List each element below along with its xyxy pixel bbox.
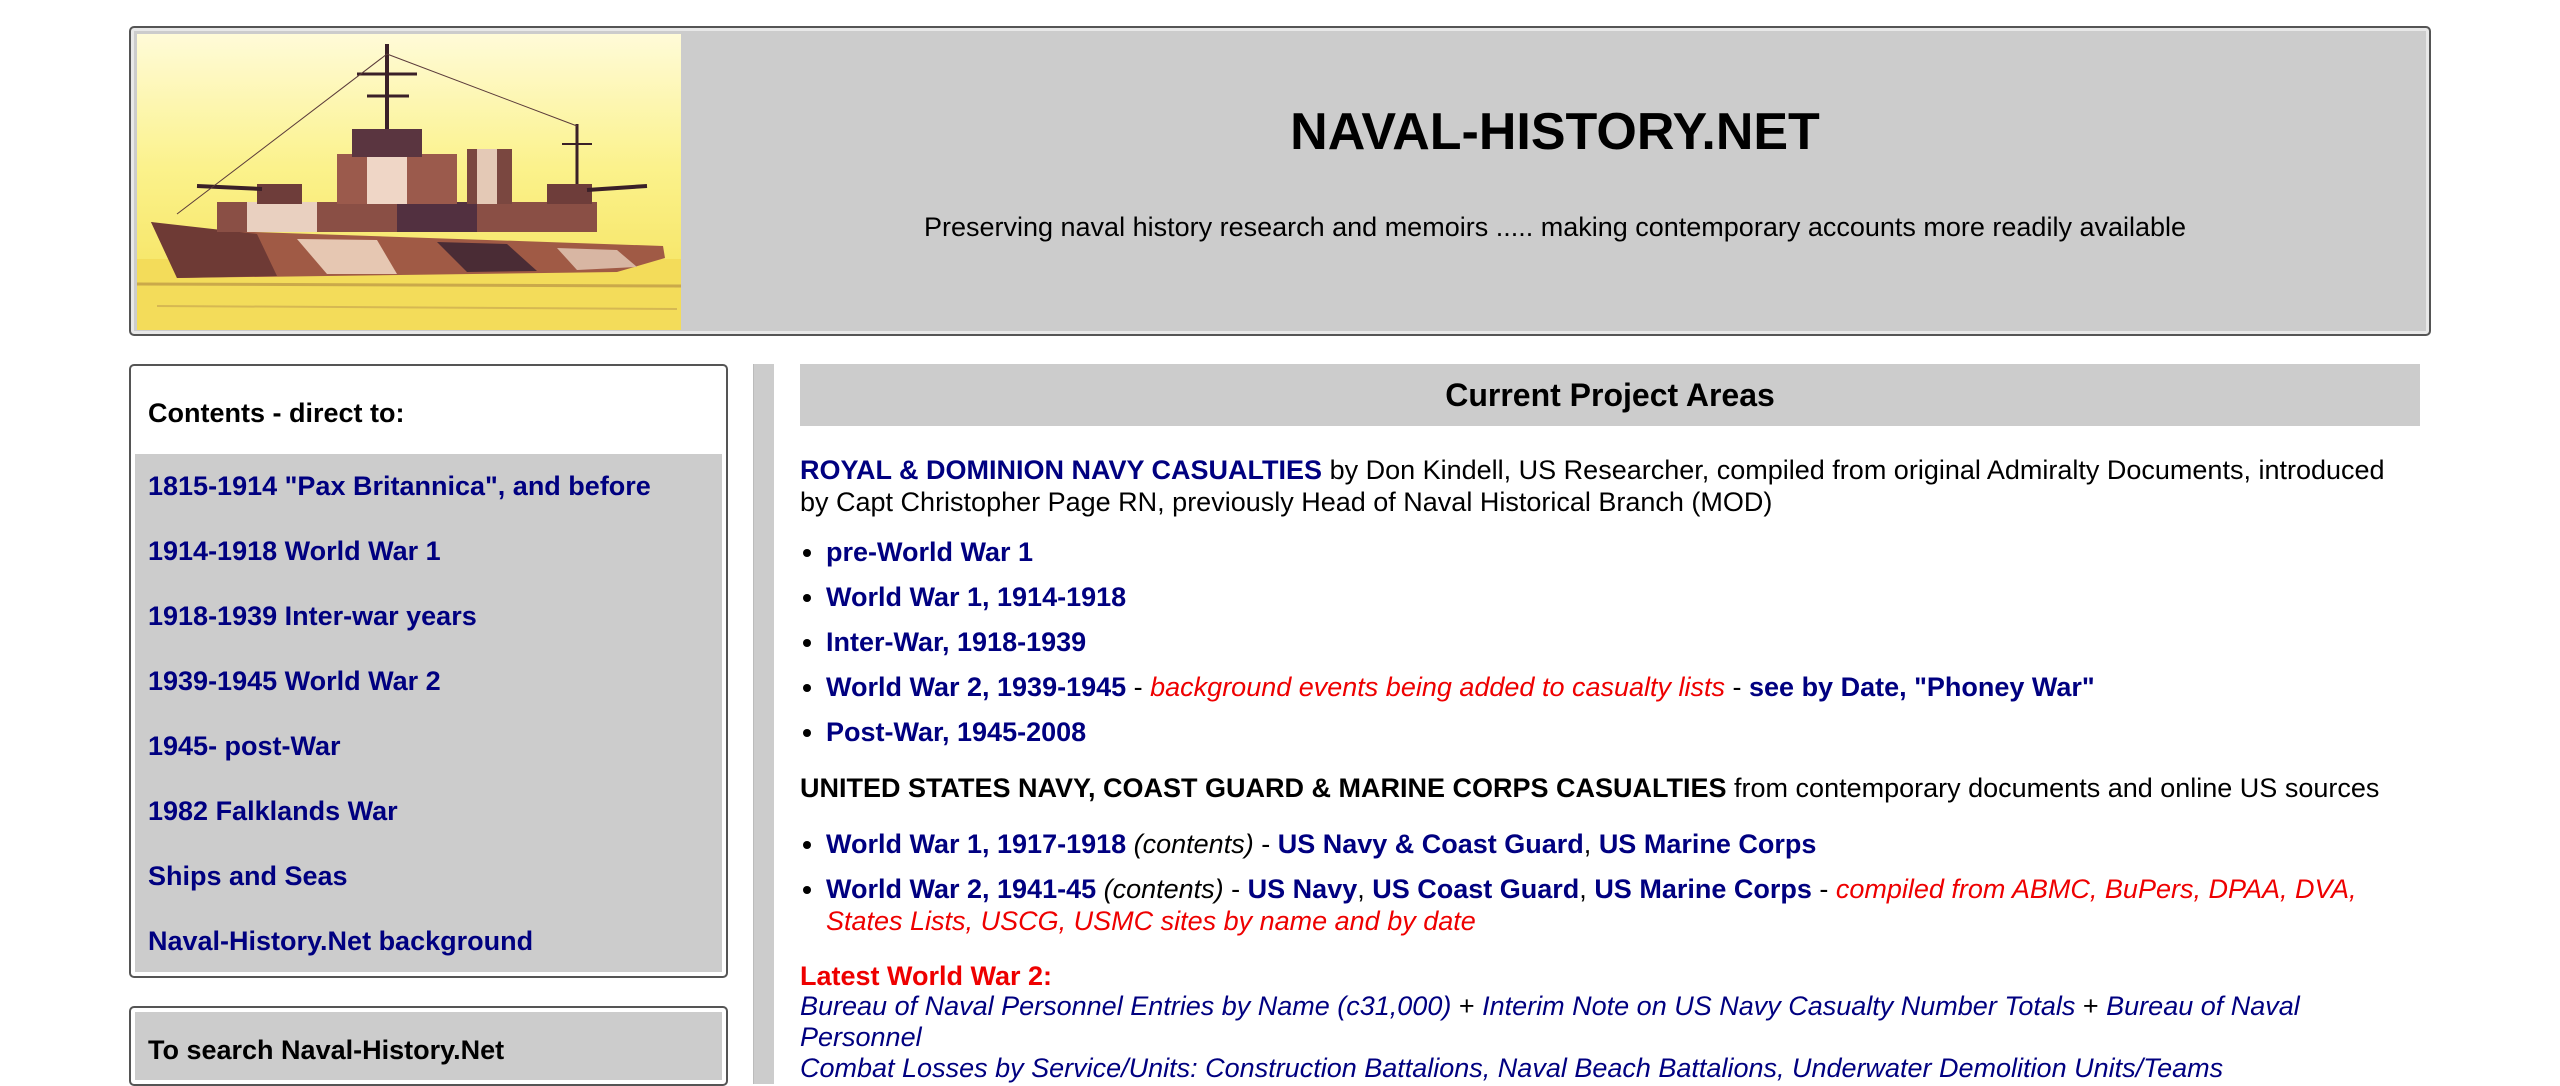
rn-post-war-link[interactable]: Post-War, 1945-2008 [826,717,1086,747]
rn-casualties-link[interactable]: ROYAL & DOMINION NAVY CASUALTIES [800,455,1322,485]
bupers-entries-link[interactable]: Bureau of Naval Personnel Entries by Nam… [800,991,1451,1021]
us-marine-corps-link[interactable]: US Marine Corps [1599,829,1817,859]
list-item: Post-War, 1945-2008 [826,716,2420,748]
main-content: Current Project Areas ROYAL & DOMINION N… [800,364,2420,1084]
us-coast-guard-link[interactable]: US Coast Guard [1372,874,1579,904]
site-header: NAVAL-HISTORY.NET Preserving naval histo… [129,26,2431,336]
sidebar-item-ships-seas[interactable]: Ships and Seas [135,844,722,909]
list-item: pre-World War 1 [826,536,2420,568]
site-title: NAVAL-HISTORY.NET [1290,103,1820,161]
separator: - [1126,672,1151,702]
list-item: Inter-War, 1918-1939 [826,626,2420,658]
rn-ww2-link[interactable]: World War 2, 1939-1945 [826,672,1126,702]
sidebar-item-ww2[interactable]: 1939-1945 World War 2 [135,649,722,714]
column-divider [753,364,774,1084]
sidebar-item-inter-war[interactable]: 1918-1939 Inter-war years [135,584,722,649]
us-ww2-marine-corps-link[interactable]: US Marine Corps [1594,874,1812,904]
us-navy-coast-guard-link[interactable]: US Navy & Coast Guard [1278,829,1584,859]
destroyer-image [137,34,681,330]
us-ww1-link[interactable]: World War 1, 1917-1918 [826,829,1126,859]
interim-note-link[interactable]: Interim Note on US Navy Casualty Number … [1482,991,2075,1021]
latest-ww2-line-2: Combat Losses by Service/Units: Construc… [800,1053,2420,1084]
separator: , [1579,874,1595,904]
sidebar-item-post-war[interactable]: 1945- post-War [135,714,722,779]
ship-illustration [137,44,681,330]
us-navy-link[interactable]: US Navy [1248,874,1358,904]
sidebar-item-background[interactable]: Naval-History.Net background [135,909,722,974]
section-title: Current Project Areas [800,364,2420,426]
contents-note: (contents) [1126,829,1254,859]
us-casualties-description: from contemporary documents and online U… [1726,773,2380,803]
latest-ww2-line-1: Bureau of Naval Personnel Entries by Nam… [800,991,2420,1053]
separator: , [1583,829,1599,859]
separator: - [1253,829,1278,859]
contents-list: 1815-1914 "Pax Britannica", and before 1… [135,454,722,972]
plus-separator: + [1451,991,1483,1021]
list-item: World War 2, 1941-45 (contents) - US Nav… [826,873,2420,937]
separator: - [1811,874,1836,904]
separator: , [1357,874,1373,904]
rn-casualties-paragraph: ROYAL & DOMINION NAVY CASUALTIES by Don … [800,454,2420,518]
search-panel: To search Naval-History.Net [135,1012,722,1080]
us-casualties-list: World War 1, 1917-1918 (contents) - US N… [800,828,2420,937]
phoney-war-link[interactable]: see by Date, "Phoney War" [1749,672,2095,702]
sidebar-item-ww1[interactable]: 1914-1918 World War 1 [135,519,722,584]
rn-interwar-link[interactable]: Inter-War, 1918-1939 [826,627,1086,657]
separator: - [1725,672,1750,702]
us-ww2-link[interactable]: World War 2, 1941-45 [826,874,1096,904]
site-tagline: Preserving naval history research and me… [923,212,2187,242]
sidebar-item-pax-britannica[interactable]: 1815-1914 "Pax Britannica", and before [135,454,722,519]
separator: - [1223,874,1248,904]
list-item: World War 2, 1939-1945 - background even… [826,671,2420,703]
list-item: World War 1, 1917-1918 (contents) - US N… [826,828,2420,860]
search-heading: To search Naval-History.Net [148,1035,505,1065]
contents-sidebar: Contents - direct to: 1815-1914 "Pax Bri… [129,364,728,978]
ww2-background-note: background events being added to casualt… [1150,672,1726,702]
list-item: World War 1, 1914-1918 [826,581,2420,613]
sidebar-item-falklands[interactable]: 1982 Falklands War [135,779,722,844]
search-sidebar: To search Naval-History.Net [129,1006,728,1086]
rn-pre-ww1-link[interactable]: pre-World War 1 [826,537,1033,567]
us-casualties-paragraph: UNITED STATES NAVY, COAST GUARD & MARINE… [800,772,2420,804]
plus-separator: + [2075,991,2107,1021]
combat-losses-link[interactable]: Combat Losses by Service/Units: Construc… [800,1053,2223,1083]
rn-ww1-link[interactable]: World War 1, 1914-1918 [826,582,1126,612]
rn-casualties-list: pre-World War 1 World War 1, 1914-1918 I… [800,536,2420,748]
us-casualties-title: UNITED STATES NAVY, COAST GUARD & MARINE… [800,773,1727,803]
contents-heading: Contents - direct to: [148,398,405,428]
header-text: NAVAL-HISTORY.NET Preserving naval histo… [681,28,2429,334]
contents-note: (contents) [1096,874,1224,904]
latest-ww2-title: Latest World War 2: [800,961,1053,991]
